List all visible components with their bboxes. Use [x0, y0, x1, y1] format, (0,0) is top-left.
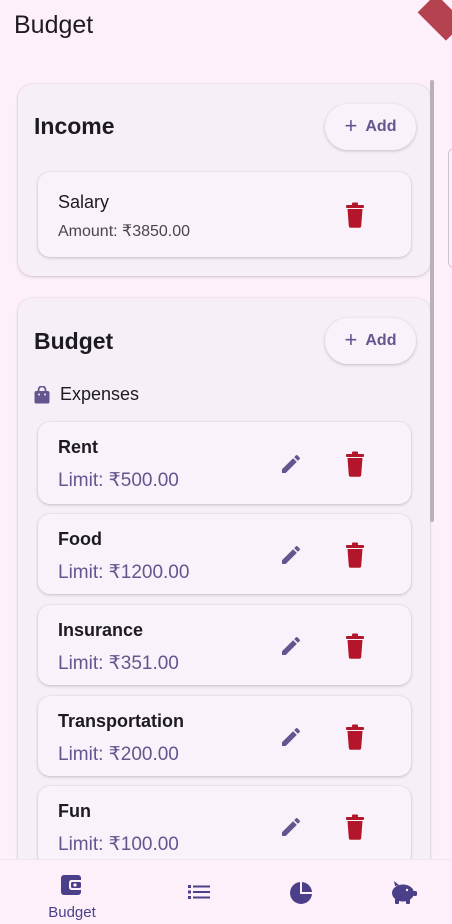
budget-title: Budget	[34, 328, 114, 354]
delete-icon[interactable]	[344, 202, 366, 228]
shopping-bag-icon	[34, 385, 50, 403]
income-section: Income + Add Salary Amount: ₹3850.00	[18, 84, 430, 276]
debug-banner	[417, 0, 452, 41]
pie-chart-icon	[290, 882, 312, 904]
income-card-salary: Salary Amount: ₹3850.00	[38, 172, 411, 257]
expense-card: Transportation Limit: ₹200.00	[38, 696, 411, 776]
nav-item-budget[interactable]: Budget	[22, 860, 122, 924]
bottom-navigation: Budget	[0, 859, 452, 924]
edit-icon[interactable]	[279, 452, 303, 476]
nav-item-list[interactable]	[149, 860, 249, 924]
income-amount: Amount: ₹3850.00	[58, 223, 191, 240]
nav-item-savings[interactable]	[353, 860, 452, 924]
plus-icon: +	[344, 113, 358, 138]
add-budget-button[interactable]: + Add	[325, 318, 416, 364]
delete-icon[interactable]	[344, 451, 366, 477]
edit-icon[interactable]	[279, 634, 303, 658]
wallet-icon	[61, 875, 83, 895]
add-budget-label: Add	[365, 332, 397, 349]
app-title: Budget	[14, 11, 94, 39]
budget-section: Budget + Add Expenses Rent Limit: ₹500.0…	[18, 298, 430, 918]
add-income-label: Add	[365, 118, 397, 135]
expense-name: Rent	[58, 437, 98, 457]
edit-icon[interactable]	[279, 815, 303, 839]
expenses-category-header: Expenses	[34, 384, 139, 405]
expense-card: Rent Limit: ₹500.00	[38, 422, 411, 504]
scrollbar[interactable]	[430, 80, 434, 522]
drawer-handle[interactable]	[448, 148, 452, 268]
expense-limit: Limit: ₹200.00	[58, 744, 179, 765]
expense-limit: Limit: ₹500.00	[58, 470, 179, 491]
expense-name: Insurance	[58, 620, 144, 640]
delete-icon[interactable]	[344, 724, 366, 750]
expense-limit: Limit: ₹1200.00	[58, 562, 190, 583]
nav-item-chart[interactable]	[251, 860, 351, 924]
expense-name: Transportation	[58, 711, 185, 731]
piggy-bank-icon	[392, 881, 417, 904]
income-name: Salary	[58, 192, 110, 212]
income-title: Income	[34, 113, 115, 139]
expense-limit: Limit: ₹100.00	[58, 834, 179, 855]
expense-name: Fun	[58, 801, 91, 821]
add-income-button[interactable]: + Add	[325, 104, 416, 150]
delete-icon[interactable]	[344, 633, 366, 659]
delete-icon[interactable]	[344, 814, 366, 840]
expenses-label: Expenses	[60, 384, 140, 404]
expense-card: Food Limit: ₹1200.00	[38, 514, 411, 594]
nav-label-budget: Budget	[48, 904, 96, 921]
delete-icon[interactable]	[344, 542, 366, 568]
list-icon	[188, 885, 210, 899]
expense-card: Fun Limit: ₹100.00	[38, 786, 411, 866]
expense-limit: Limit: ₹351.00	[58, 653, 179, 674]
expense-card: Insurance Limit: ₹351.00	[38, 605, 411, 685]
edit-icon[interactable]	[279, 543, 303, 567]
edit-icon[interactable]	[279, 725, 303, 749]
expense-name: Food	[58, 529, 102, 549]
plus-icon: +	[344, 327, 358, 352]
